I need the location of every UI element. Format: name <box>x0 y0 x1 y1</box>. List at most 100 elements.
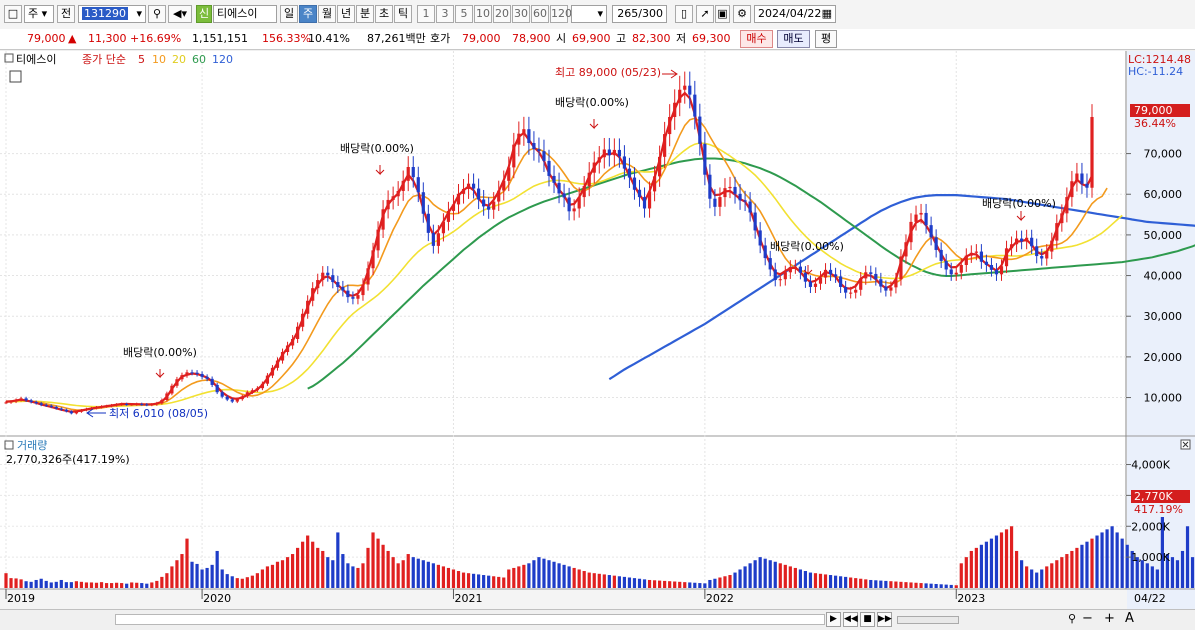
candle-body <box>607 149 611 156</box>
gear-icon[interactable]: ⚙ <box>733 5 751 23</box>
count-input[interactable]: 265/300 <box>612 5 667 23</box>
interval-1[interactable]: 1 <box>417 5 435 23</box>
candle-body <box>1080 173 1084 184</box>
volume-bar <box>44 580 48 588</box>
sound-icon[interactable]: ◀▾ <box>168 5 192 23</box>
candle-body <box>265 375 270 384</box>
interval-3[interactable]: 3 <box>436 5 454 23</box>
volume-bar <box>974 547 978 588</box>
volume-bar <box>215 550 219 588</box>
candle-body <box>99 406 104 408</box>
date-input[interactable]: 2024/04/22 ▦ <box>754 5 836 23</box>
zoom-slider[interactable] <box>897 616 959 624</box>
volume-bar <box>24 581 28 588</box>
period-select[interactable]: 주 ▾ <box>24 5 54 23</box>
zoom-search-icon[interactable]: ⚲ <box>1068 612 1076 625</box>
volume-bar <box>1095 535 1099 588</box>
y-tick-label: 20,000 <box>1144 351 1183 364</box>
save-icon[interactable]: ▣ <box>715 5 730 23</box>
ma20-legend: 20 <box>172 53 186 66</box>
buy-button[interactable]: 매수 <box>740 30 773 48</box>
x-tick-label: 2019 <box>7 592 35 605</box>
tab-6[interactable]: 틱 <box>394 5 412 23</box>
draw-tool-icon[interactable]: ➚ <box>696 5 714 23</box>
sell-button[interactable]: 매도 <box>777 30 810 48</box>
candle-body <box>431 232 435 246</box>
volume-bar <box>109 583 114 588</box>
volume-bar <box>361 563 365 588</box>
autofit-icon[interactable]: A <box>1125 611 1134 626</box>
volume-bar <box>1075 547 1079 588</box>
volume-bar <box>421 560 425 588</box>
volume-bar <box>1014 550 1019 588</box>
candle-body <box>567 197 571 212</box>
calendar-icon[interactable]: ▦ <box>822 6 832 22</box>
candle-body <box>999 266 1004 275</box>
volume-bar <box>1170 557 1175 588</box>
candle-body <box>411 167 415 178</box>
interval-20[interactable]: 20 <box>493 5 511 23</box>
zoom-out-icon[interactable]: − <box>1082 611 1093 626</box>
interval-5[interactable]: 5 <box>455 5 473 23</box>
candle-body <box>396 190 400 197</box>
volume-bar <box>994 535 999 588</box>
volume-bar <box>788 566 792 588</box>
candle-body <box>391 196 395 200</box>
tab-4[interactable]: 분 <box>356 5 374 23</box>
interval-120[interactable]: 120 <box>550 5 572 23</box>
tab-5[interactable]: 초 <box>375 5 393 23</box>
candle-body <box>446 210 451 222</box>
volume-bar <box>622 576 627 588</box>
interval-10[interactable]: 10 <box>474 5 492 23</box>
candle-body <box>230 399 234 402</box>
candle-body <box>1025 237 1029 242</box>
rewind-icon[interactable]: ◀◀ <box>843 612 858 627</box>
volume-bar <box>190 561 194 588</box>
tab-1[interactable]: 주 <box>299 5 317 23</box>
volume-tick-label: 1,000K <box>1131 551 1170 564</box>
volume-bar <box>889 581 893 588</box>
tab-2[interactable]: 월 <box>318 5 336 23</box>
candle-body <box>1075 173 1079 182</box>
volume-bar <box>140 583 144 588</box>
stock-chart-svg[interactable]: 10,000 20,000 30,000 40,000 50,000 60,000 70,0… <box>0 51 1195 611</box>
zoom-in-icon[interactable]: + <box>1104 611 1115 626</box>
candle-body <box>708 174 712 199</box>
candle-body <box>1004 248 1009 267</box>
volume-bar <box>135 582 139 588</box>
interval-30[interactable]: 30 <box>512 5 530 23</box>
stock-code-input[interactable]: 131290 ▾ <box>78 5 146 23</box>
volume-bar <box>260 569 265 588</box>
candle-body <box>617 149 621 157</box>
volume-bar <box>733 572 737 588</box>
candle-body <box>577 197 581 209</box>
table-icon[interactable] <box>9 70 22 83</box>
candle-body <box>306 300 310 314</box>
eval-button[interactable]: 평 <box>815 30 837 48</box>
volume-bar <box>698 583 702 588</box>
tab-0[interactable]: 일 <box>280 5 298 23</box>
candle-body <box>683 85 687 90</box>
candle-body <box>859 278 863 290</box>
chart-scrollbar[interactable] <box>115 614 825 625</box>
interval-60[interactable]: 60 <box>531 5 549 23</box>
candle-body <box>522 129 526 134</box>
fast-forward-icon[interactable]: ▶▶ <box>877 612 892 627</box>
layout-icon[interactable]: □ <box>4 5 22 23</box>
stop-icon[interactable]: ■ <box>860 612 875 627</box>
chart-area[interactable]: 10,000 20,000 30,000 40,000 50,000 60,000 70,0… <box>0 51 1195 611</box>
candle-body <box>74 411 78 414</box>
candle-body <box>778 279 782 281</box>
volume-bar <box>612 575 616 588</box>
candle-body <box>718 197 722 207</box>
search-icon[interactable]: ⚲ <box>148 5 166 23</box>
candle-icon[interactable]: ▯ <box>675 5 693 23</box>
candle-body <box>84 408 89 411</box>
interval-custom-select[interactable]: ▾ <box>571 5 607 23</box>
scroll-right-icon[interactable]: ▶ <box>826 612 841 627</box>
candle-body <box>4 402 8 404</box>
prev-button[interactable]: 전 <box>57 5 75 23</box>
volume-bar <box>1020 560 1024 588</box>
tab-3[interactable]: 년 <box>337 5 355 23</box>
volume-bar <box>230 576 234 588</box>
